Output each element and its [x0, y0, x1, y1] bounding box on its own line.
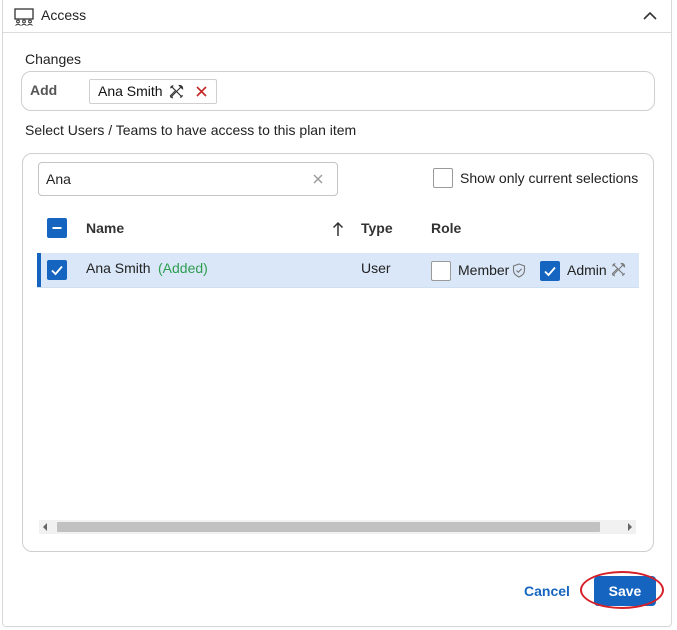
changes-box: Add Ana Smith	[21, 71, 655, 111]
admin-role-label: Admin	[567, 262, 607, 278]
select-instructions: Select Users / Teams to have access to t…	[25, 122, 357, 138]
team-board-icon	[14, 8, 34, 26]
admin-role-checkbox[interactable]	[540, 261, 560, 281]
tools-icon	[611, 262, 626, 277]
panel-title: Access	[41, 7, 87, 23]
row-added-status: (Added)	[158, 260, 208, 276]
row-type: User	[361, 260, 391, 276]
close-icon[interactable]	[195, 85, 208, 98]
table-row[interactable]: Ana Smith (Added) User Member Admin	[37, 253, 639, 288]
save-button[interactable]: Save	[594, 576, 656, 606]
panel-header[interactable]: Access	[3, 0, 671, 33]
added-user-chip: Ana Smith	[89, 79, 217, 104]
column-header-role: Role	[431, 220, 462, 236]
show-only-current-label[interactable]: Show only current selections	[460, 170, 638, 186]
chevron-up-icon[interactable]	[641, 8, 659, 24]
select-all-checkbox[interactable]	[47, 218, 67, 238]
horizontal-scrollbar[interactable]	[39, 520, 636, 534]
tools-icon	[169, 84, 184, 99]
scroll-right-icon[interactable]	[626, 523, 634, 531]
member-role-label: Member	[458, 262, 510, 278]
column-header-type[interactable]: Type	[361, 220, 393, 236]
show-only-current-checkbox[interactable]	[433, 168, 453, 188]
shield-icon	[512, 263, 526, 278]
member-role-checkbox[interactable]	[431, 261, 451, 281]
cancel-button[interactable]: Cancel	[515, 576, 579, 606]
indeterminate-icon	[52, 227, 62, 229]
chip-label: Ana Smith	[98, 83, 163, 99]
selection-grid: Show only current selections Name Type R…	[22, 153, 654, 552]
row-name: Ana Smith	[86, 260, 151, 276]
changes-label: Changes	[25, 51, 82, 67]
column-header-name[interactable]: Name	[86, 220, 124, 236]
add-label: Add	[30, 82, 58, 98]
selected-row-indicator	[37, 253, 41, 287]
checkmark-icon	[544, 266, 556, 277]
search-input[interactable]	[38, 162, 338, 196]
row-select-checkbox[interactable]	[47, 260, 67, 280]
scrollbar-thumb[interactable]	[57, 522, 600, 532]
arrow-up-icon[interactable]	[331, 221, 345, 237]
scroll-left-icon[interactable]	[41, 523, 49, 531]
checkmark-icon	[51, 265, 63, 276]
clear-search-icon[interactable]	[311, 172, 325, 186]
